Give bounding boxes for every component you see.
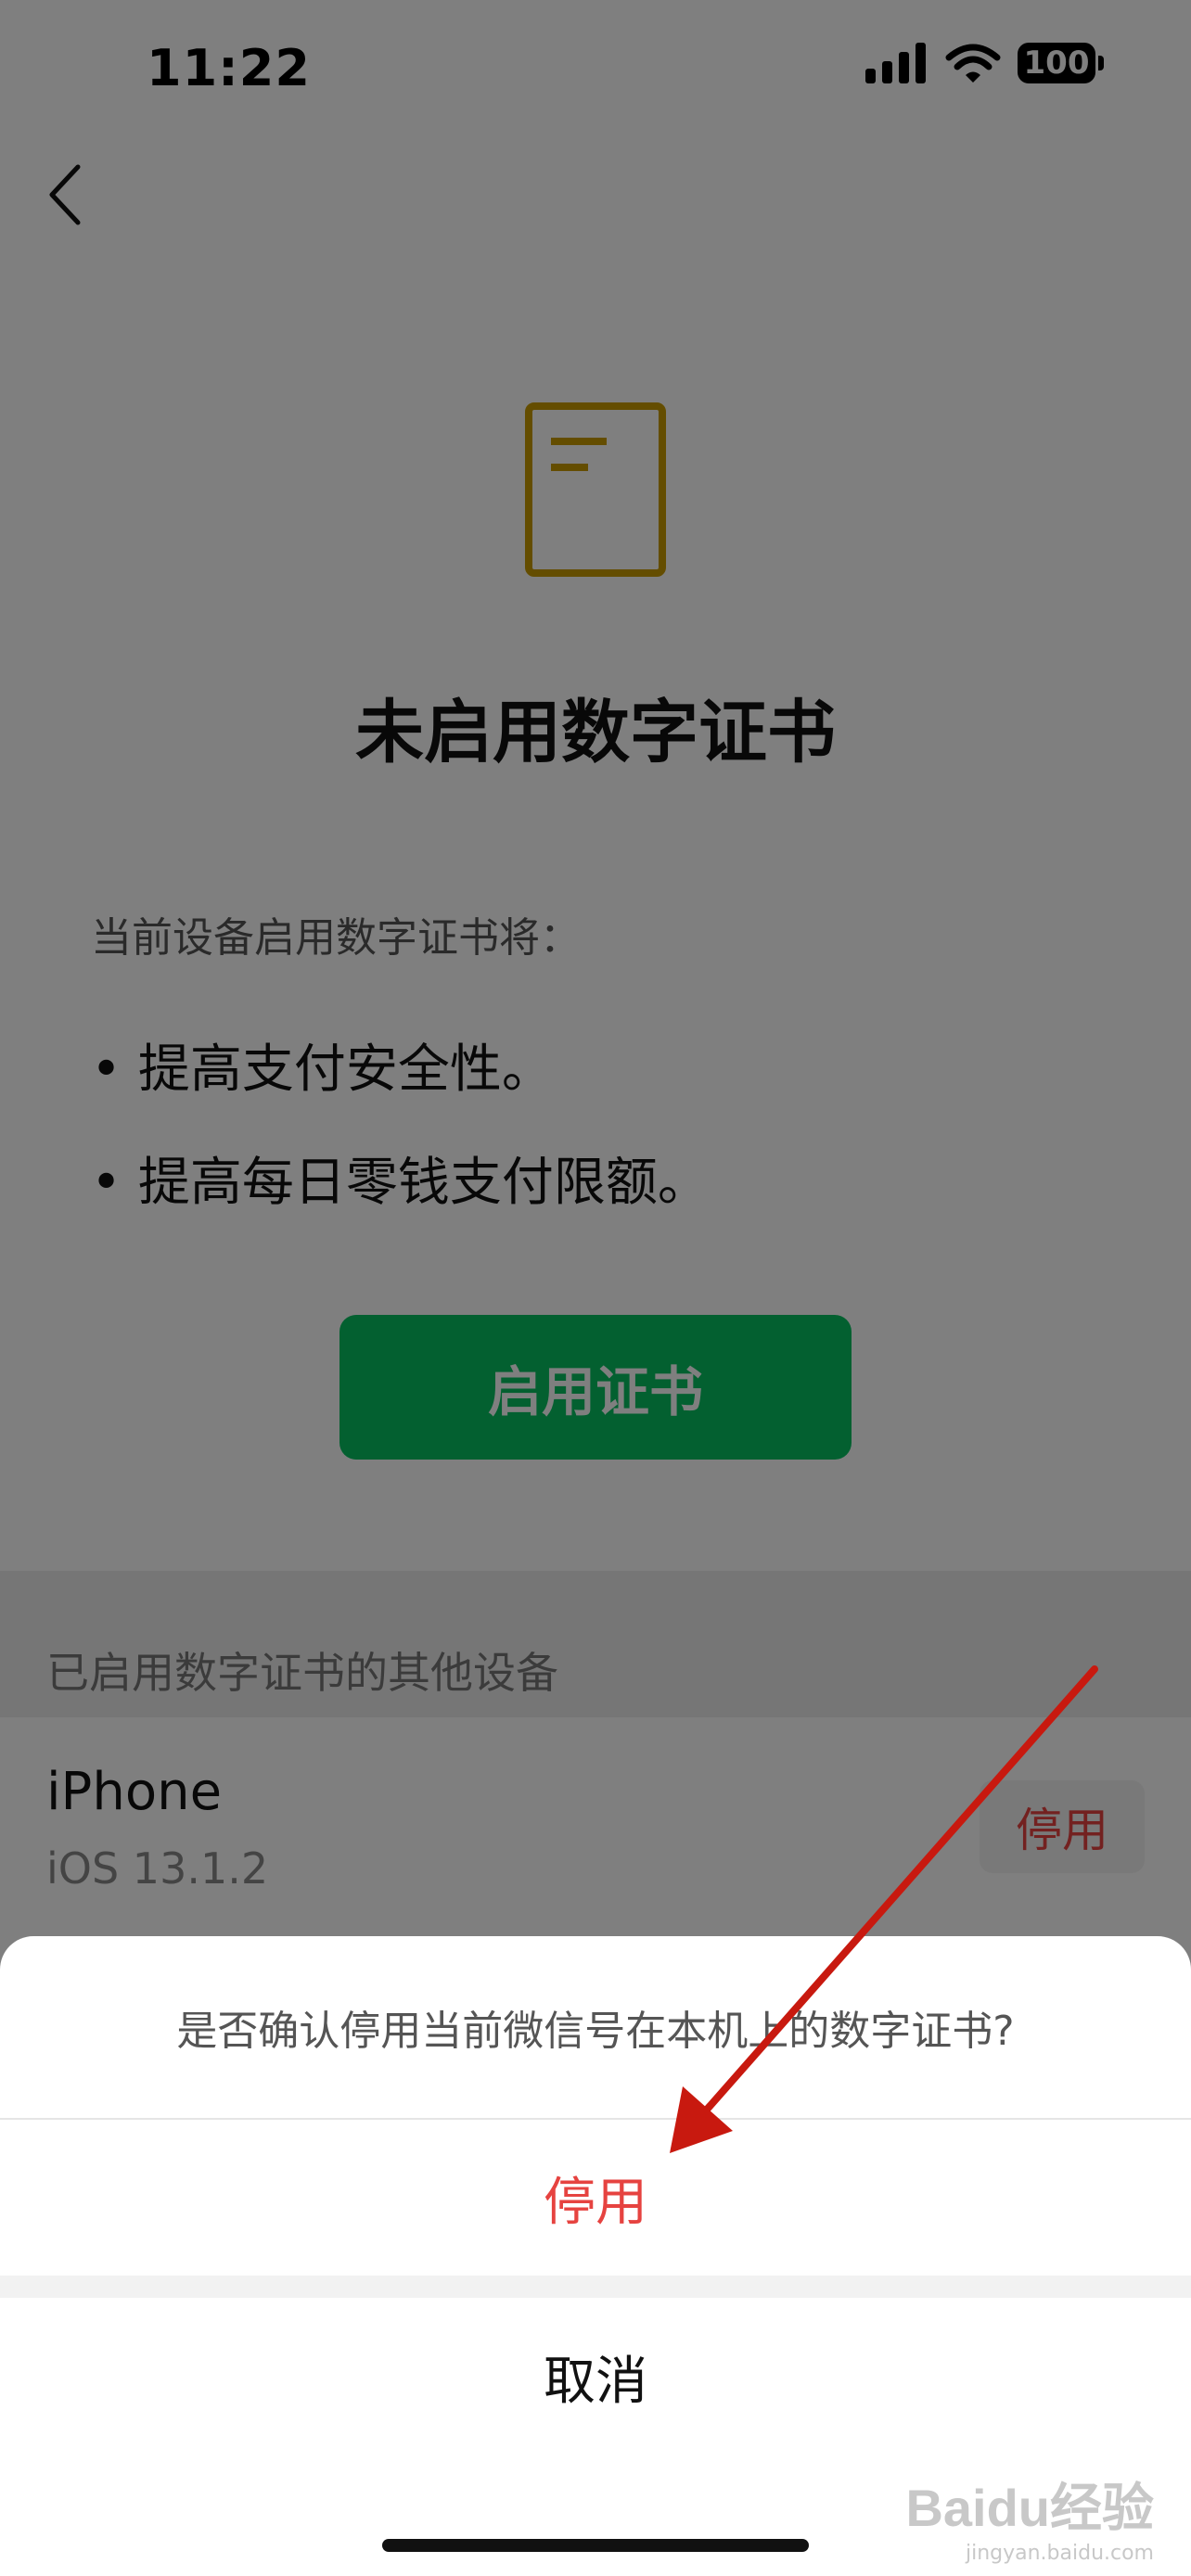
action-sheet-message: 是否确认停用当前微信号在本机上的数字证书?: [176, 2008, 1015, 2055]
cancel-button[interactable]: 取消: [0, 2298, 1191, 2455]
divider: [0, 2276, 1191, 2298]
watermark-logo: Baidu经验: [905, 2479, 1154, 2537]
confirm-disable-button[interactable]: 停用: [0, 2120, 1191, 2276]
watermark-url: jingyan.baidu.com: [965, 2542, 1154, 2565]
watermark: Baidu经验 jingyan.baidu.com: [905, 2467, 1154, 2565]
home-indicator: [382, 2539, 809, 2552]
